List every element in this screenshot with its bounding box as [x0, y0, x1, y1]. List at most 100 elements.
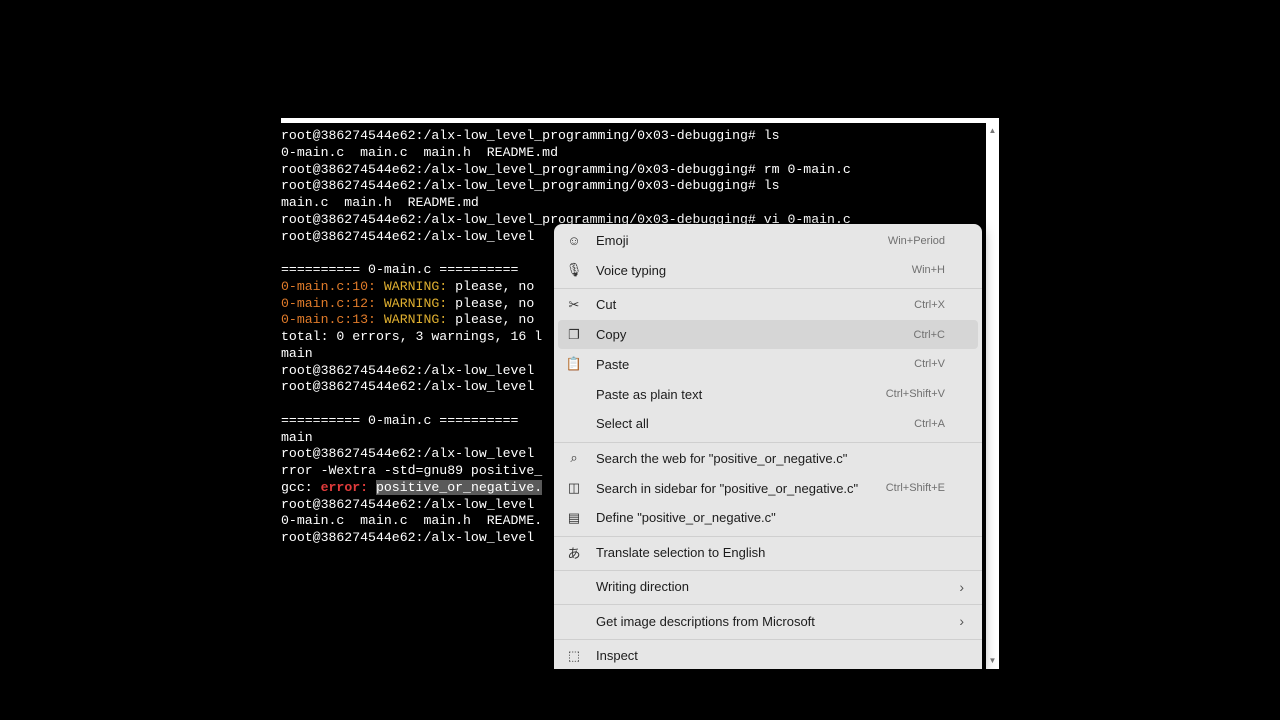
- menu-item-shortcut: Ctrl+X: [914, 298, 945, 311]
- search-icon: ⌕: [570, 450, 578, 466]
- translate-icon: あ: [567, 545, 581, 561]
- menu-item-label: Copy: [596, 327, 627, 342]
- icon-placeholder: [566, 416, 582, 432]
- terminal-line: root@386274544e62:/alx-low_level_program…: [281, 128, 851, 145]
- menu-item-voice-typing[interactable]: 🎙 Voice typing Win+H: [558, 256, 978, 285]
- menu-item-shortcut: Ctrl+Shift+V: [885, 388, 945, 401]
- terminal-text: rror -Wextra -std=gnu89 positive_: [281, 463, 543, 478]
- menu-item-shortcut: Ctrl+Shift+E: [885, 482, 945, 495]
- terminal-text: ========== 0-main.c ==========: [281, 262, 519, 277]
- terminal-line: 0-main.c main.c main.h README.md: [281, 145, 851, 162]
- menu-item-label: Select all: [596, 416, 649, 432]
- terminal-text: please, no: [447, 312, 535, 328]
- terminal-line: root@386274544e62:/alx-low_level_program…: [281, 178, 851, 195]
- context-menu: ☺ Emoji Win+Period 🎙 Voice typing Win+H ✂ Cut Ct…: [554, 224, 982, 669]
- menu-item-search-web[interactable]: ⌕ Search the web for "positive_or_negativ…: [558, 444, 978, 473]
- chevron-right-icon: ›: [959, 613, 964, 630]
- menu-item-label: Paste as plain text: [596, 386, 703, 402]
- menu-separator: [554, 287, 982, 289]
- terminal-text: root@386274544e62:/alx-low_level: [281, 379, 535, 395]
- terminal-scrollbar[interactable]: ▲ ▼: [986, 123, 999, 669]
- scroll-down-arrow-icon[interactable]: ▼: [986, 655, 999, 667]
- terminal-text: total: 0 errors, 3 warnings, 16 l: [281, 329, 543, 344]
- menu-separator: [554, 535, 982, 537]
- menu-item-emoji[interactable]: ☺ Emoji Win+Period: [558, 226, 978, 255]
- terminal-text: 0-main.c main.c main.h README.md: [281, 144, 558, 160]
- terminal-text: 0-main.c main.c main.h README.: [281, 513, 543, 529]
- terminal-text: WARNING:: [383, 278, 448, 294]
- menu-item-shortcut: Ctrl+V: [914, 358, 945, 371]
- icon-placeholder: [566, 386, 582, 402]
- terminal-text: WARNING:: [383, 295, 448, 311]
- terminal-text: main: [281, 345, 313, 361]
- terminal-text: root@386274544e62:/alx-low_level: [281, 530, 535, 545]
- microphone-icon: 🎙: [565, 262, 583, 278]
- terminal-text: 0-main.c:12:: [281, 295, 376, 311]
- clipboard-icon: 📋: [565, 356, 583, 372]
- menu-item-search-sidebar[interactable]: ◫ Search in sidebar for "positive_or_nega…: [558, 474, 978, 503]
- menu-item-label: Writing direction: [596, 579, 689, 595]
- terminal-text: gcc:: [281, 479, 313, 495]
- scissors-icon: ✂: [568, 296, 580, 312]
- inspect-icon: ⬚: [567, 647, 581, 663]
- terminal-text: root@386274544e62:/alx-low_level: [281, 228, 535, 244]
- menu-item-label: Define "positive_or_negative.c": [596, 510, 776, 526]
- selected-text: positive_or_negative.: [375, 479, 543, 495]
- menu-item-label: Search the web for "positive_or_negative…: [596, 450, 848, 466]
- terminal-text: ========== 0-main.c ==========: [281, 412, 519, 428]
- menu-item-image-descriptions[interactable]: Get image descriptions from Microsoft ›: [558, 607, 978, 636]
- menu-item-copy[interactable]: ❐ Copy Ctrl+C: [558, 320, 978, 349]
- icon-placeholder: [566, 579, 582, 595]
- book-icon: ▤: [567, 509, 581, 525]
- terminal-text: main.c main.h README.md: [281, 195, 479, 210]
- menu-item-translate[interactable]: あ Translate selection to English: [558, 538, 978, 567]
- terminal-text: error:: [320, 479, 369, 495]
- terminal-text: root@386274544e62:/alx-low_level_program…: [281, 178, 780, 194]
- chevron-right-icon: ›: [959, 578, 964, 595]
- scroll-up-arrow-icon[interactable]: ▲: [986, 125, 999, 137]
- terminal-line: main.c main.h README.md: [281, 195, 851, 212]
- menu-item-shortcut: Ctrl+C: [913, 328, 945, 341]
- terminal-text: root@386274544e62:/alx-low_level_program…: [281, 161, 851, 177]
- menu-item-shortcut: Ctrl+A: [914, 417, 945, 430]
- terminal-text: please, no: [447, 295, 535, 311]
- menu-item-shortcut: Win+Period: [887, 234, 945, 247]
- menu-item-label: Translate selection to English: [596, 544, 766, 560]
- menu-item-writing-direction[interactable]: Writing direction ›: [558, 572, 978, 601]
- terminal-text: root@386274544e62:/alx-low_level: [281, 496, 535, 512]
- menu-item-cut[interactable]: ✂ Cut Ctrl+X: [558, 290, 978, 319]
- menu-item-label: Paste: [596, 356, 630, 372]
- terminal-text: root@386274544e62:/alx-low_level_program…: [281, 128, 780, 143]
- menu-separator: [554, 604, 982, 606]
- menu-separator: [554, 569, 982, 571]
- icon-placeholder: [566, 613, 582, 629]
- menu-item-define[interactable]: ▤ Define "positive_or_negative.c": [558, 503, 978, 532]
- terminal-text: main: [281, 429, 313, 445]
- menu-item-paste-plain[interactable]: Paste as plain text Ctrl+Shift+V: [558, 380, 978, 409]
- menu-item-shortcut: Win+H: [911, 264, 945, 277]
- terminal-text: root@386274544e62:/alx-low_level: [281, 446, 535, 462]
- menu-item-label: Cut: [596, 297, 617, 313]
- terminal-text: 0-main.c:13:: [281, 312, 376, 328]
- copy-icon: ❐: [568, 326, 580, 342]
- menu-item-select-all[interactable]: Select all Ctrl+A: [558, 409, 978, 438]
- terminal-text: 0-main.c:10:: [281, 278, 376, 294]
- terminal-line: root@386274544e62:/alx-low_level_program…: [281, 162, 851, 179]
- menu-item-paste[interactable]: 📋 Paste Ctrl+V: [558, 350, 978, 379]
- menu-item-inspect[interactable]: ⬚ Inspect: [558, 641, 978, 669]
- menu-separator: [554, 638, 982, 640]
- menu-item-label: Emoji: [596, 233, 629, 248]
- sidebar-search-icon: ◫: [567, 480, 581, 496]
- menu-separator: [554, 441, 982, 443]
- terminal-text: please, no: [447, 278, 535, 294]
- menu-item-label: Search in sidebar for "positive_or_negat…: [596, 480, 859, 496]
- terminal-text: WARNING:: [383, 312, 448, 328]
- emoji-icon: ☺: [567, 233, 581, 248]
- menu-item-label: Get image descriptions from Microsoft: [596, 613, 815, 629]
- menu-item-label: Inspect: [596, 648, 638, 663]
